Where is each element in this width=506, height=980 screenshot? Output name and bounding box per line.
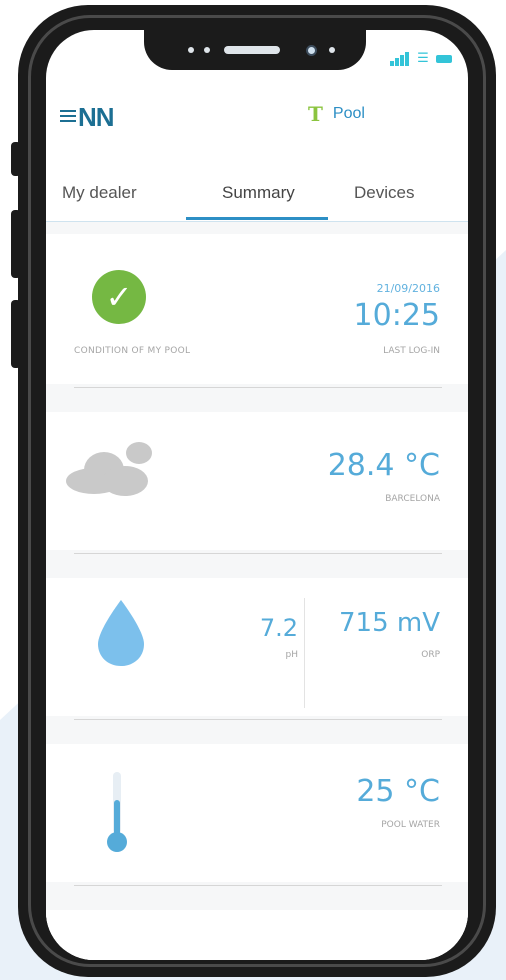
water-temperature-card[interactable]: 25 °C POOL WATER [46, 744, 468, 882]
app-header: NN T Pool [46, 90, 468, 140]
last-log-time: 10:25 [353, 298, 440, 333]
summary-content: ✓ CONDITION OF MY POOL 21/09/2016 10:25 … [46, 222, 468, 960]
ph-value: 7.2 [259, 614, 298, 642]
condition-label: CONDITION OF MY POOL [74, 346, 191, 356]
weather-location: BARCELONA [385, 494, 440, 504]
sensor-dot [188, 47, 194, 53]
brand-logo: NN [78, 102, 115, 132]
orp-label: ORP [421, 650, 440, 660]
condition-card[interactable]: ✓ CONDITION OF MY POOL 21/09/2016 10:25 … [46, 234, 468, 384]
ph-label: pH [285, 650, 298, 660]
wifi-icon: ☰ [417, 51, 429, 66]
signal-icon [390, 52, 410, 66]
tab-bar: My dealer Summary Devices [46, 175, 468, 223]
battery-icon [436, 55, 452, 63]
cloud-icon [66, 442, 156, 502]
divider [74, 719, 442, 720]
sensor-dot [204, 47, 210, 53]
weather-card[interactable]: 28.4 °C BARCELONA [46, 412, 468, 550]
phone-screen: ☰ NN T Pool My dealer Summary Devices ✓ … [46, 30, 468, 960]
status-bar: ☰ [390, 52, 452, 66]
chemistry-card[interactable]: 7.2 pH 715 mV ORP [46, 578, 468, 716]
pool-label: Pool [332, 105, 365, 122]
tab-my-dealer[interactable]: My dealer [62, 183, 137, 203]
air-temperature: 28.4 °C [327, 448, 440, 483]
front-camera [306, 45, 317, 56]
divider [304, 598, 305, 708]
tab-devices[interactable]: Devices [354, 183, 414, 203]
divider [74, 387, 442, 388]
menu-icon[interactable] [60, 110, 76, 122]
water-label: POOL WATER [381, 820, 440, 830]
water-temperature: 25 °C [356, 774, 440, 809]
divider [74, 553, 442, 554]
speaker [224, 46, 280, 54]
check-circle-icon: ✓ [92, 270, 146, 324]
last-log-date: 21/09/2016 [376, 282, 440, 295]
last-log-label: LAST LOG-IN [383, 346, 440, 356]
water-drop-icon [98, 600, 144, 666]
sensor-dot [329, 47, 335, 53]
divider [74, 885, 442, 886]
orp-value: 715 mV [338, 608, 440, 638]
tab-summary[interactable]: Summary [222, 183, 295, 203]
thermometer-icon [107, 772, 127, 852]
next-card-partial[interactable] [46, 910, 468, 960]
active-tab-indicator [186, 217, 328, 220]
notch [144, 30, 366, 70]
pool-selector[interactable]: T Pool [308, 102, 365, 126]
pool-icon: T [308, 102, 323, 126]
